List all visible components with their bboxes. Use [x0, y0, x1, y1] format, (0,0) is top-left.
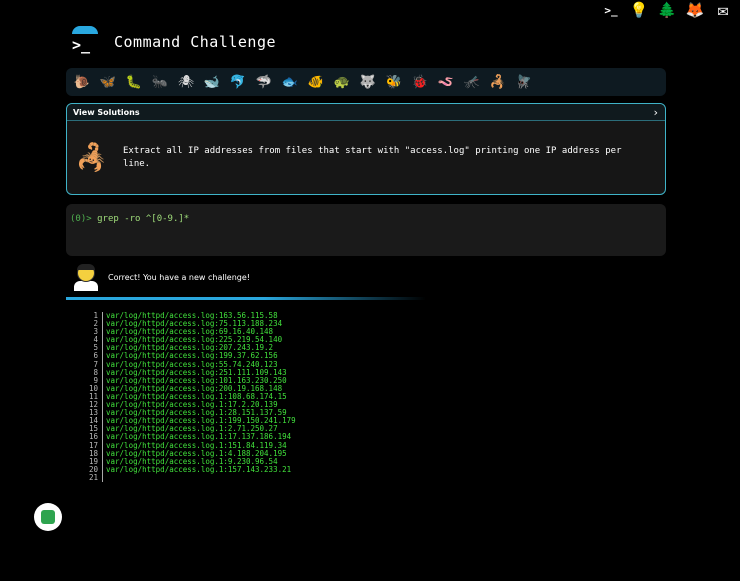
wolf-icon[interactable]: 🐺	[358, 72, 378, 92]
output-line: var/log/httpd/access.log.1:157.143.233.2…	[106, 464, 292, 474]
dolphin-icon[interactable]: 🐬	[228, 72, 248, 92]
output-row: 21	[84, 473, 296, 482]
page-title: Command Challenge	[114, 33, 277, 51]
gitlab-icon[interactable]: 🦊	[684, 0, 706, 20]
top-nav: >_ 💡 🌲 🦊 ✉	[600, 0, 734, 21]
bee-icon[interactable]: 🐝	[384, 72, 404, 92]
command-text[interactable]: grep -ro ^[0-9.]*	[97, 214, 189, 224]
spider-icon[interactable]: 🕷	[176, 72, 196, 92]
challenge-panel: View Solutions › 🦂 Extract all IP addres…	[66, 103, 666, 195]
view-solutions-label: View Solutions	[73, 107, 140, 117]
logo[interactable]: >_	[70, 26, 98, 56]
help-widget-button[interactable]	[34, 503, 62, 531]
scorpion-icon[interactable]: 🦂	[488, 72, 508, 92]
tropical-fish-icon[interactable]: 🐠	[306, 72, 326, 92]
feedback-message: Correct! You have a new challenge!	[108, 272, 250, 282]
view-solutions-toggle[interactable]: View Solutions ›	[67, 104, 665, 121]
avatar-hair	[77, 264, 95, 270]
snail-icon[interactable]: 🐌	[72, 72, 92, 92]
terminal-input[interactable]: (0)> grep -ro ^[0-9.]*	[66, 204, 666, 256]
tree-icon[interactable]: 🌲	[656, 0, 678, 20]
page-header: >_ Command Challenge	[70, 26, 277, 56]
mail-icon[interactable]: ✉	[712, 0, 734, 21]
mosquito-icon[interactable]: 🦟	[462, 72, 482, 92]
fly-icon[interactable]: 🪰	[514, 72, 534, 92]
avatar-body	[74, 281, 98, 291]
whale-icon[interactable]: 🐋	[202, 72, 222, 92]
feedback-area: Correct! You have a new challenge!	[74, 264, 250, 291]
ladybug-icon[interactable]: 🐞	[410, 72, 430, 92]
challenge-description: Extract all IP addresses from files that…	[123, 146, 622, 169]
chevron-right-icon[interactable]: ›	[652, 106, 659, 119]
turtle-icon[interactable]: 🐢	[332, 72, 352, 92]
challenge-critters-bar: 🐌 🦋 🐛 🐜 🕷 🐋 🐬 🦈 🐟 🐠 🐢 🐺 🐝 🐞 🪱 🦟 🦂 🪰	[66, 68, 666, 96]
ant-icon[interactable]: 🐜	[150, 72, 170, 92]
worm-icon[interactable]: 🪱	[436, 72, 456, 92]
challenge-body: 🦂 Extract all IP addresses from files th…	[67, 121, 665, 195]
progress-divider	[66, 297, 426, 300]
logo-prompt-icon: >_	[72, 36, 91, 54]
chat-icon	[41, 510, 55, 524]
output-row: 20 var/log/httpd/access.log.1:157.143.233…	[84, 464, 296, 474]
caterpillar-icon[interactable]: 🐛	[124, 72, 144, 92]
logo-cap	[72, 26, 98, 34]
butterfly-icon[interactable]: 🦋	[98, 72, 118, 92]
line-number: 21	[84, 473, 103, 482]
bulb-icon[interactable]: 💡	[628, 0, 650, 20]
command-output: 1 var/log/httpd/access.log:163.56.115.58 …	[84, 311, 296, 482]
prompt: (0)>	[70, 214, 92, 224]
scorpion-icon: 🦂	[75, 143, 109, 173]
fish-icon[interactable]: 🐟	[280, 72, 300, 92]
shark-icon[interactable]: 🦈	[254, 72, 274, 92]
avatar	[74, 264, 100, 291]
terminal-icon[interactable]: >_	[600, 0, 622, 20]
